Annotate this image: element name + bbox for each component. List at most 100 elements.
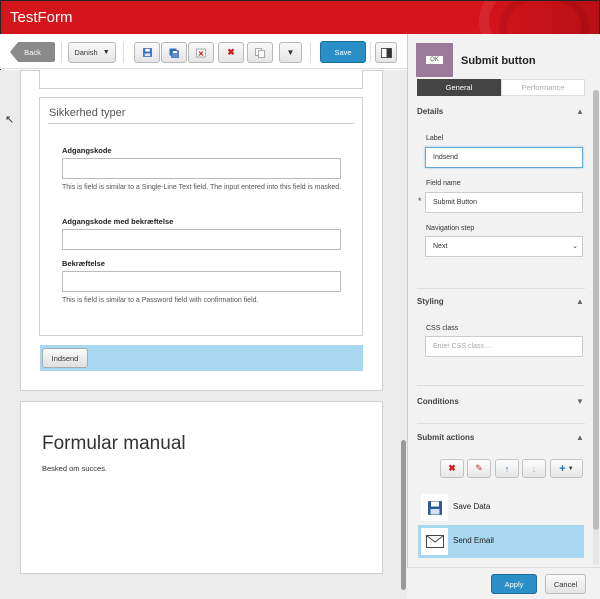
toolbar-separator — [123, 42, 124, 63]
password-confirm-input[interactable] — [62, 229, 341, 250]
move-up-button[interactable]: ↑ — [495, 459, 519, 478]
css-class-caption: CSS class — [426, 325, 459, 332]
toolbar-separator — [310, 42, 311, 63]
language-value: Danish — [74, 48, 98, 57]
ok-badge: OK — [426, 56, 443, 64]
save-button[interactable]: Save — [320, 41, 366, 63]
fieldname-input[interactable]: Submit Button — [425, 192, 583, 213]
pencil-icon: ✎ — [475, 463, 483, 473]
section-conditions-header[interactable]: Conditions — [417, 397, 459, 406]
save-as-icon — [169, 48, 179, 58]
floppy-disk-icon — [421, 494, 448, 521]
delete-page-button[interactable] — [188, 42, 214, 63]
navstep-caption: Navigation step — [426, 225, 475, 232]
action-label: Send Email — [453, 536, 494, 545]
field-help-text: This is field is similar to a Password f… — [62, 297, 259, 304]
arrow-down-icon: ↓ — [531, 463, 537, 474]
success-message: Besked om succes. — [42, 464, 108, 473]
password-input[interactable] — [62, 158, 341, 179]
panel-scrollbar-thumb[interactable] — [593, 90, 599, 530]
confirmation-page-card — [20, 401, 383, 574]
toolbar-separator — [370, 42, 371, 63]
panel-scrollbar[interactable] — [593, 90, 599, 565]
chevron-down-icon: ⌄ — [572, 243, 578, 250]
delete-page-icon — [196, 48, 206, 57]
tab-general[interactable]: General — [417, 79, 501, 96]
title-bar: TestForm — [0, 0, 600, 34]
page-title: Formular manual — [42, 433, 186, 454]
close-icon: ✖ — [227, 47, 235, 57]
caret-down-icon: ▼ — [286, 48, 295, 57]
save-as-button[interactable] — [161, 42, 187, 63]
submit-button-label: Indsend — [51, 353, 79, 363]
confirmation-input[interactable] — [62, 271, 341, 292]
title-bar-decoration — [499, 1, 589, 34]
caret-down-icon: ▼ — [102, 49, 110, 56]
remove-action-button[interactable]: ✖ — [440, 459, 464, 478]
css-class-placeholder: Enter CSS class ... — [433, 343, 492, 350]
tab-performance[interactable]: Performance — [501, 79, 585, 96]
submit-button-icon: OK — [416, 43, 453, 77]
field-label: Bekræftelse — [62, 259, 105, 268]
back-button-label: Back — [24, 47, 41, 57]
submit-button[interactable]: Indsend — [42, 348, 88, 368]
cancel-button-label: Cancel — [553, 579, 578, 589]
copy-button[interactable] — [247, 42, 273, 63]
group-title: Sikkerhed typer — [49, 107, 126, 119]
mouse-cursor-icon: ↖ — [5, 114, 15, 126]
chevron-up-icon[interactable]: ▲ — [576, 433, 584, 442]
chevron-up-icon[interactable]: ▲ — [576, 107, 584, 116]
action-item-save-data[interactable]: Save Data — [418, 491, 584, 524]
apply-button[interactable]: Apply — [491, 574, 537, 594]
delete-button[interactable]: ✖ — [218, 42, 244, 63]
add-action-button[interactable]: + ▼ — [550, 459, 583, 478]
save-button-label: Save — [334, 47, 352, 57]
copy-icon — [255, 47, 265, 58]
toggle-panel-button[interactable] — [375, 42, 397, 63]
save-form-button[interactable] — [134, 42, 160, 63]
label-input-value: Indsend — [433, 154, 458, 161]
caret-down-icon: ▼ — [567, 465, 574, 472]
canvas-scrollbar[interactable] — [400, 70, 407, 599]
fieldname-input-value: Submit Button — [433, 199, 477, 206]
label-input[interactable]: Indsend — [425, 147, 583, 168]
floppy-disk-icon — [142, 48, 152, 57]
action-label: Save Data — [453, 502, 491, 511]
section-divider — [417, 423, 585, 424]
fieldname-caption: Field name — [426, 180, 461, 187]
envelope-icon — [421, 528, 448, 555]
section-submit-actions-header[interactable]: Submit actions — [417, 433, 474, 442]
chevron-up-icon[interactable]: ▲ — [576, 297, 584, 306]
field-label: Adgangskode med bekræftelse — [62, 217, 174, 226]
submit-button-row[interactable] — [40, 345, 363, 371]
required-asterisk: * — [418, 196, 422, 206]
panel-layout-icon — [380, 47, 392, 58]
navigation-step-select[interactable]: Next ⌄ — [425, 236, 583, 257]
language-select[interactable]: Danish ▼ — [68, 42, 116, 63]
app-title: TestForm — [10, 9, 73, 26]
canvas-scrollbar-thumb[interactable] — [401, 440, 406, 590]
cancel-button[interactable]: Cancel — [545, 574, 586, 594]
more-dropdown-button[interactable]: ▼ — [279, 42, 302, 63]
move-down-button[interactable]: ↓ — [522, 459, 546, 478]
section-details-header[interactable]: Details — [417, 107, 443, 116]
section-divider — [417, 385, 585, 386]
close-icon: ✖ — [448, 463, 456, 473]
back-button[interactable]: Back — [10, 42, 55, 62]
toolbar-separator — [61, 42, 62, 63]
css-class-input[interactable]: Enter CSS class ... — [425, 336, 583, 357]
panel-title: Submit button — [461, 55, 536, 67]
chevron-down-icon[interactable]: ▼ — [576, 397, 584, 406]
field-help-text: This is field is similar to a Single-Lin… — [62, 184, 342, 191]
navigation-step-value: Next — [433, 243, 448, 250]
edit-action-button[interactable]: ✎ — [467, 459, 491, 478]
field-label: Adgangskode — [62, 146, 112, 155]
group-divider — [48, 123, 354, 124]
previous-group — [39, 70, 363, 89]
section-divider — [417, 288, 585, 289]
action-item-send-email[interactable]: Send Email — [418, 525, 584, 558]
section-styling-header[interactable]: Styling — [417, 297, 444, 306]
label-caption: Label — [426, 135, 444, 142]
plus-icon: + — [559, 462, 566, 475]
arrow-up-icon: ↑ — [504, 463, 510, 474]
